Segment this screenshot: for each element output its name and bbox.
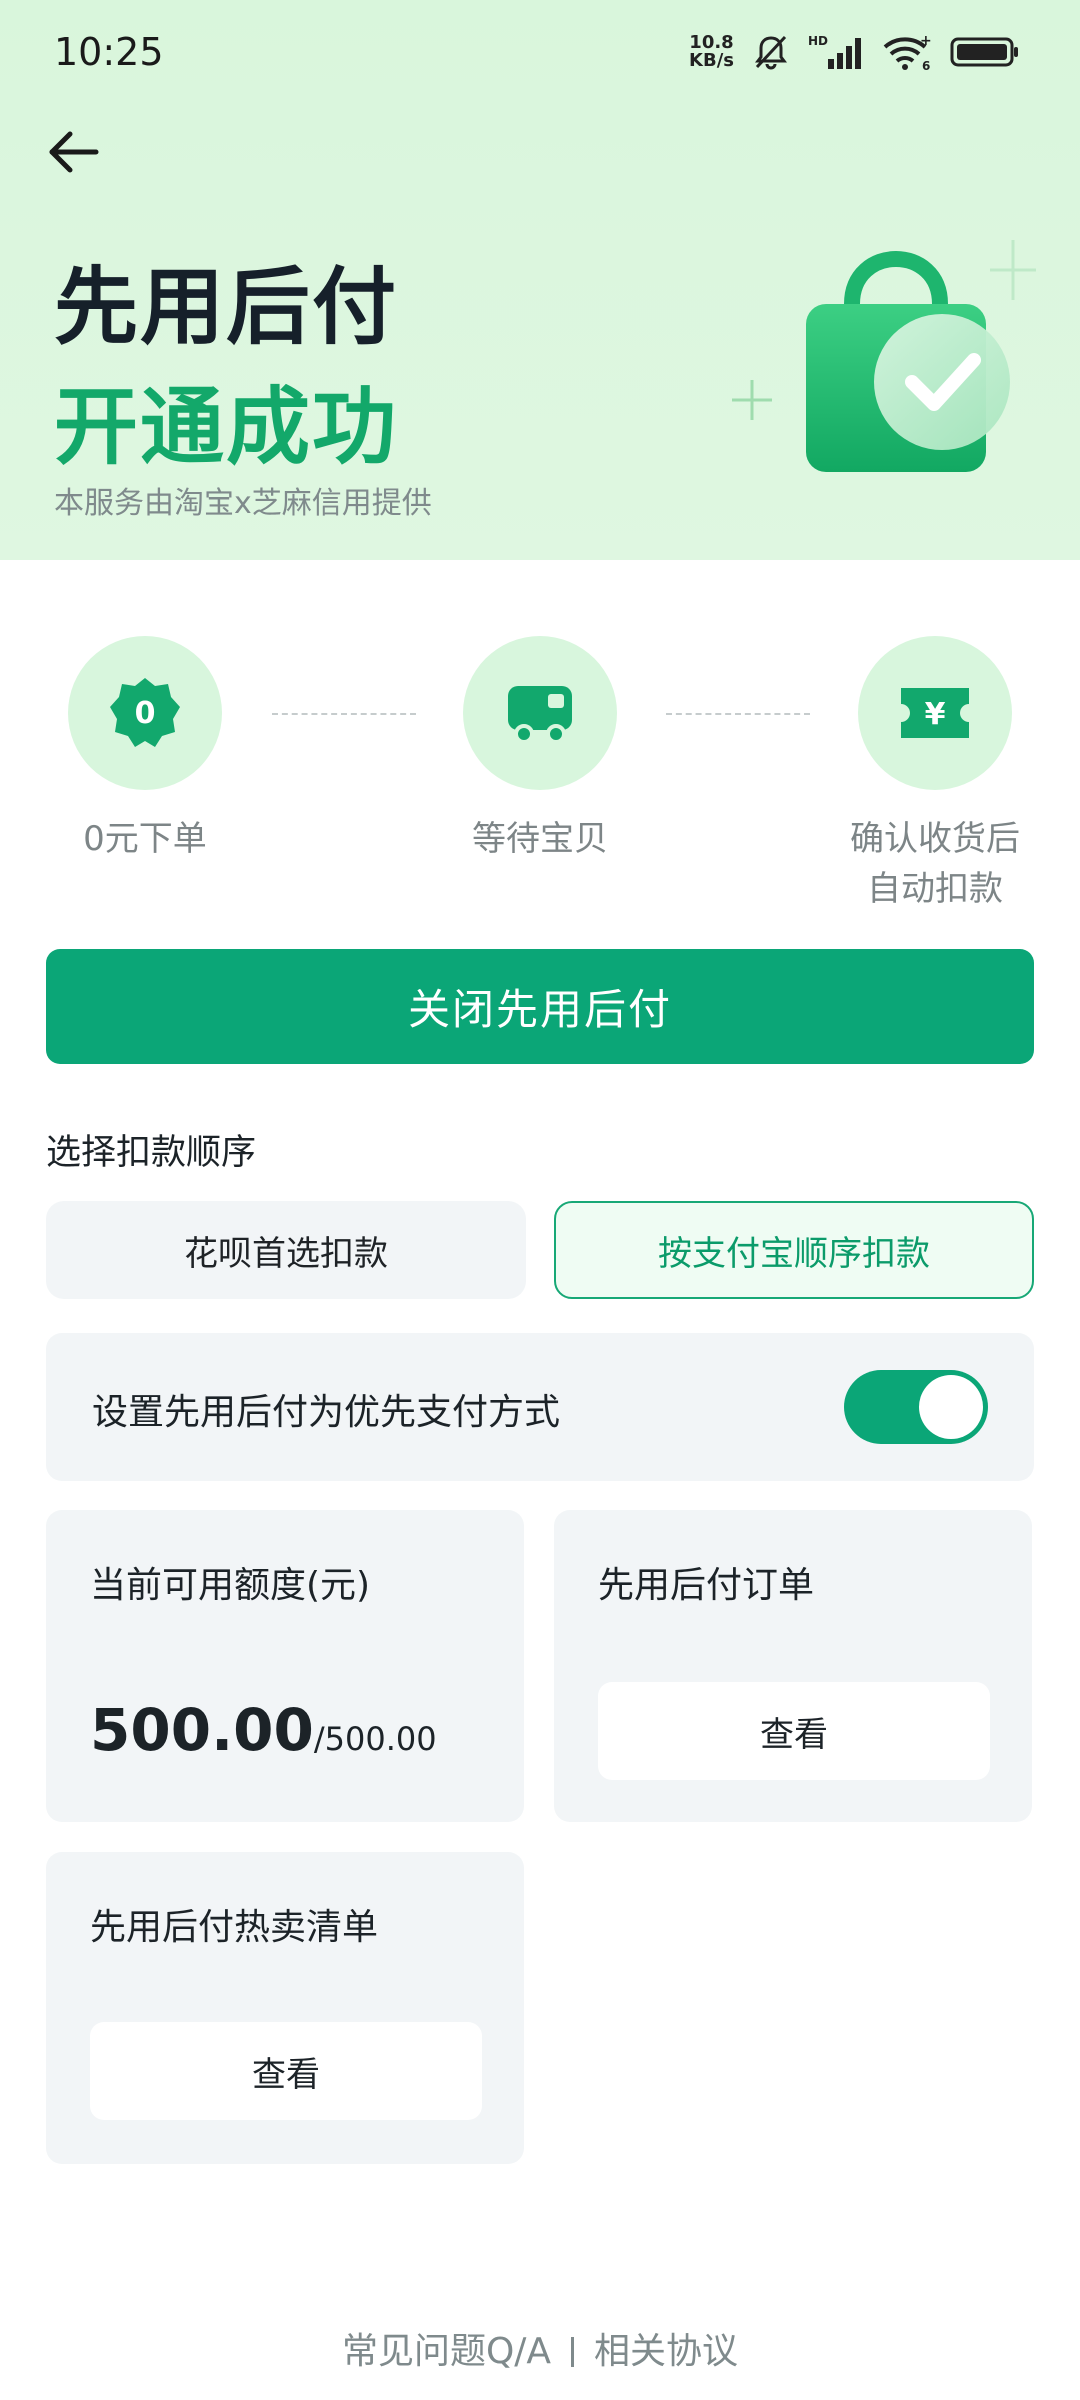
hot-list-tile: 先用后付热卖清单 查看 <box>46 1852 524 2164</box>
wifi-icon: + 6 <box>883 33 932 71</box>
step-circle: ¥ <box>858 636 1012 790</box>
hd-signal-icon: HD <box>808 34 861 69</box>
step-auto-pay: ¥ <box>858 636 1012 790</box>
svg-text:6: 6 <box>922 59 930 71</box>
step-connector <box>272 713 416 715</box>
view-orders-button[interactable]: 查看 <box>598 1682 990 1780</box>
net-speed: 10.8 KB/s <box>689 34 734 70</box>
success-subtitle: 开通成功 <box>54 378 399 476</box>
zero-badge-icon: 0 <box>110 678 180 747</box>
truck-icon <box>508 686 572 744</box>
shopping-bag-check-icon <box>806 251 1010 472</box>
zero-badge-text: 0 <box>135 696 156 731</box>
battery-icon <box>950 37 1018 67</box>
step-wait-label: 等待宝贝 <box>472 819 608 859</box>
orders-title: 先用后付订单 <box>598 1565 815 1606</box>
deduction-order-label: 选择扣款顺序 <box>46 1133 257 1173</box>
net-speed-unit: KB/s <box>689 50 734 71</box>
svg-text:+: + <box>920 33 932 49</box>
status-icons: 10.8 KB/s HD + 6 <box>689 30 1020 74</box>
orders-tile: 先用后付订单 查看 <box>554 1510 1032 1822</box>
option-huabei-first[interactable]: 花呗首选扣款 <box>46 1201 526 1299</box>
step-order: 0 <box>68 636 222 790</box>
priority-payment-label: 设置先用后付为优先支付方式 <box>92 1392 561 1433</box>
hot-list-title: 先用后付热卖清单 <box>90 1907 379 1948</box>
svg-text:HD: HD <box>808 34 828 48</box>
footer-links: 常见问题Q/A 相关协议 <box>0 2322 1080 2374</box>
footer-separator <box>571 2337 575 2367</box>
service-provider-note: 本服务由淘宝x芝麻信用提供 <box>54 486 432 521</box>
view-hot-list-button[interactable]: 查看 <box>90 2022 482 2120</box>
page: 10:25 10.8 KB/s HD + 6 先用后付 开通成功 本服务由淘宝x… <box>0 0 1080 2400</box>
credit-slash: / <box>313 1720 325 1758</box>
agreement-link[interactable]: 相关协议 <box>594 2331 738 2372</box>
step-connector <box>666 713 810 715</box>
toggle-knob <box>919 1375 983 1439</box>
sparkle-icon <box>732 380 772 420</box>
step-auto-pay-label-line1: 确认收货后 <box>850 819 1020 859</box>
page-title: 先用后付 <box>54 258 399 356</box>
back-arrow-icon[interactable] <box>44 122 104 182</box>
step-auto-pay-label-line2: 自动扣款 <box>867 869 1003 909</box>
status-time: 10:25 <box>54 30 164 74</box>
faq-link[interactable]: 常见问题Q/A <box>342 2331 551 2372</box>
step-circle: 0 <box>68 636 222 790</box>
step-circle <box>463 636 617 790</box>
step-wait <box>463 636 617 790</box>
status-bar: 10:25 10.8 KB/s HD + 6 <box>0 0 1080 110</box>
priority-payment-toggle[interactable] <box>844 1370 988 1444</box>
credit-title: 当前可用额度(元) <box>90 1565 371 1606</box>
total-credit: 500.00 <box>324 1720 437 1758</box>
yuan-ticket-icon: ¥ <box>901 688 969 738</box>
option-alipay-order[interactable]: 按支付宝顺序扣款 <box>554 1201 1034 1299</box>
credit-tile: 当前可用额度(元) 500.00/500.00 <box>46 1510 524 1822</box>
available-credit: 500.00 <box>90 1696 314 1764</box>
priority-payment-row: 设置先用后付为优先支付方式 <box>46 1333 1034 1481</box>
close-pay-later-button[interactable]: 关闭先用后付 <box>46 949 1034 1064</box>
step-order-label: 0元下单 <box>83 819 207 859</box>
mute-bell-icon <box>755 35 787 70</box>
yuan-symbol: ¥ <box>925 697 946 732</box>
credit-amount: 500.00/500.00 <box>90 1696 437 1764</box>
